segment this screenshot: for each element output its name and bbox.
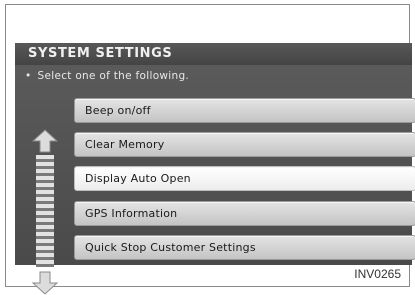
instruction-text: • Select one of the following. (25, 70, 189, 82)
gps-information-button[interactable]: GPS Information (74, 201, 415, 226)
quick-stop-customer-settings-button[interactable]: Quick Stop Customer Settings (74, 235, 415, 260)
arrow-down-icon[interactable] (32, 271, 58, 295)
menu-item-label: Quick Stop Customer Settings (85, 241, 256, 254)
menu-item-label: Beep on/off (85, 104, 151, 117)
figure-frame: SYSTEM SETTINGS • Select one of the follo… (5, 4, 415, 295)
display-auto-open-button[interactable]: Display Auto Open (74, 166, 415, 191)
menu-item-label: Clear Memory (85, 138, 165, 151)
clear-memory-button[interactable]: Clear Memory (74, 132, 415, 157)
instruction-label: Select one of the following. (37, 70, 190, 82)
scroll-bar[interactable] (36, 155, 54, 267)
figure-code: INV0265 (354, 267, 401, 281)
beep-on-off-button[interactable]: Beep on/off (74, 98, 415, 123)
arrow-up-icon[interactable] (32, 129, 58, 153)
instruction-bullet: • (25, 70, 32, 82)
system-settings-screen: SYSTEM SETTINGS • Select one of the follo… (15, 43, 415, 295)
title-bar: SYSTEM SETTINGS (15, 43, 412, 65)
menu-item-label: Display Auto Open (85, 172, 191, 185)
screen-title: SYSTEM SETTINGS (28, 46, 173, 61)
menu-item-label: GPS Information (85, 207, 178, 220)
